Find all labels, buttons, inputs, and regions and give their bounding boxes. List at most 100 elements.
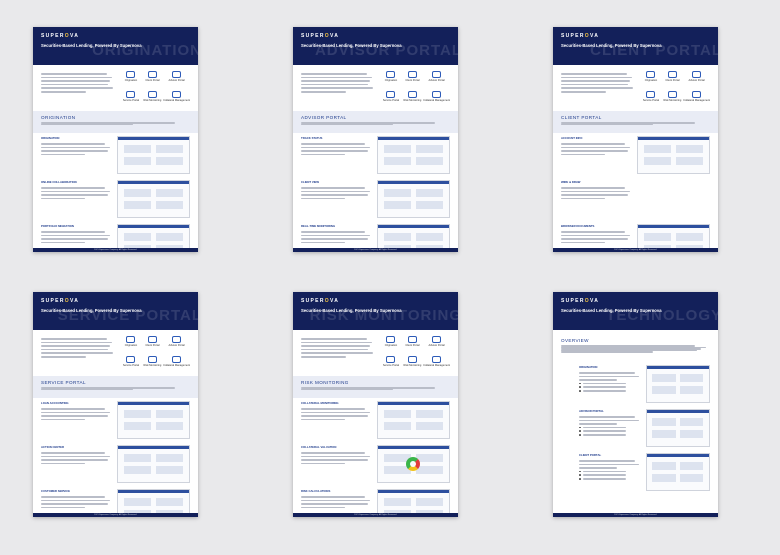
feature-heading: LOAN ACCOUNTING	[41, 401, 69, 405]
product-icon-item[interactable]: Risk Monitoring	[142, 356, 163, 372]
screenshot-block	[383, 201, 411, 210]
screenshot-block	[675, 157, 703, 166]
text-line	[301, 459, 368, 461]
product-icon-label: Service Portal	[382, 99, 400, 102]
product-icon-item[interactable]: Collateral Management	[423, 91, 450, 107]
text-line	[41, 83, 108, 86]
brochure-page-client[interactable]: SUPEROVA Securities-Based Lending, Power…	[553, 27, 718, 252]
feature-screenshot[interactable]	[117, 136, 190, 174]
text-line	[41, 503, 108, 505]
text-line	[301, 150, 368, 152]
feature-screenshot[interactable]	[646, 409, 710, 447]
text-line	[301, 338, 367, 340]
product-icon-item[interactable]: Service Portal	[380, 356, 401, 372]
text-line	[301, 496, 365, 498]
brochure-page-technology[interactable]: SUPEROVA Securities-Based Lending, Power…	[553, 292, 718, 517]
screenshot-block	[643, 144, 671, 153]
feature-screenshot[interactable]	[637, 136, 710, 174]
product-icon-item[interactable]: Advisor Portal	[163, 71, 190, 87]
product-icon-item[interactable]: Origination	[380, 336, 401, 352]
product-icon-item[interactable]: Advisor Portal	[423, 336, 450, 352]
text-line	[301, 73, 367, 75]
screenshot-block	[383, 409, 411, 418]
screenshot-bar	[118, 402, 189, 405]
feature-screenshot[interactable]	[377, 180, 450, 218]
product-icon-item[interactable]: Client Portal	[402, 71, 423, 87]
feature-screenshot[interactable]	[377, 401, 450, 439]
product-icon-item[interactable]: Client Portal	[142, 71, 163, 87]
product-icon-item[interactable]: Client Portal	[142, 336, 163, 352]
product-icon-item[interactable]: Client Portal	[662, 71, 683, 87]
product-icon	[432, 356, 442, 363]
brochure-page-origination[interactable]: SUPEROVA Securities-Based Lending, Power…	[33, 27, 198, 252]
text-line	[301, 194, 368, 196]
page-header: SUPEROVA Securities-Based Lending, Power…	[553, 27, 718, 65]
text-line	[41, 408, 105, 410]
text-line	[301, 87, 373, 89]
product-icon-item[interactable]: Collateral Management	[163, 356, 190, 372]
feature-screenshot[interactable]	[377, 136, 450, 174]
feature-heading: CLIENT VIEW	[301, 180, 320, 184]
product-icon-item[interactable]: Origination	[120, 71, 141, 87]
screenshot-block	[155, 232, 183, 241]
product-icon-item[interactable]: Service Portal	[120, 356, 141, 372]
product-icon-label: Advisor Portal	[168, 344, 185, 347]
feature-screenshot[interactable]	[646, 453, 710, 491]
feature-text: ORIGINATION	[579, 365, 641, 403]
product-icon-item[interactable]: Origination	[640, 71, 661, 87]
feature-screenshot[interactable]	[377, 445, 450, 483]
product-icon-item[interactable]: Risk Monitoring	[402, 356, 423, 372]
screenshot-block	[123, 453, 151, 462]
feature-screenshot[interactable]	[117, 180, 190, 218]
bullet-dot	[579, 430, 581, 432]
product-icon-item[interactable]: Service Portal	[640, 91, 661, 107]
screenshot-block	[383, 157, 411, 166]
text-line	[41, 234, 110, 237]
feature-row: WIRE & DRAW	[561, 180, 710, 218]
product-icon-item[interactable]: Advisor Portal	[163, 336, 190, 352]
product-icon-item[interactable]: Collateral Management	[683, 91, 710, 107]
brochure-page-advisor[interactable]: SUPEROVA Securities-Based Lending, Power…	[293, 27, 458, 252]
screenshot-block	[679, 417, 704, 426]
text-line	[582, 433, 626, 436]
product-icon-item[interactable]: Client Portal	[402, 336, 423, 352]
product-icon-item[interactable]: Advisor Portal	[423, 71, 450, 87]
feature-section: COLLATERAL MONITORING COLLATERAL VALUATIO…	[293, 398, 458, 517]
brochure-page-service[interactable]: SUPEROVA Securities-Based Lending, Power…	[33, 292, 198, 517]
product-icon-item[interactable]: Origination	[120, 336, 141, 352]
product-icon-label: Advisor Portal	[688, 79, 705, 82]
feature-heading: REAL-TIME MONITORING	[301, 224, 336, 228]
screenshot-block	[155, 409, 183, 418]
text-line	[41, 496, 105, 498]
product-icon-label: Client Portal	[145, 344, 160, 347]
feature-bullet	[579, 470, 641, 473]
text-line	[561, 83, 628, 86]
product-icon	[147, 356, 157, 363]
product-icon-item[interactable]: Advisor Portal	[683, 71, 710, 87]
product-icon-item[interactable]: Origination	[380, 71, 401, 87]
brochure-page-risk[interactable]: SUPEROVA Securities-Based Lending, Power…	[293, 292, 458, 517]
product-icon-item[interactable]: Service Portal	[120, 91, 141, 107]
feature-screenshot[interactable]	[117, 401, 190, 439]
bullet-dot	[579, 478, 581, 480]
text-line	[301, 80, 370, 82]
feature-screenshot[interactable]	[117, 445, 190, 483]
product-icon	[667, 91, 677, 98]
product-icon-label: Collateral Management	[163, 364, 190, 367]
product-icon-item[interactable]: Risk Monitoring	[402, 91, 423, 107]
product-icons: Origination Client Portal Advisor Portal Se…	[380, 336, 450, 372]
bullet-dot	[579, 382, 581, 385]
text-line	[41, 73, 107, 75]
text-line	[41, 150, 108, 152]
product-icon	[147, 91, 157, 98]
product-icon-item[interactable]: Collateral Management	[423, 356, 450, 372]
screenshot-block	[675, 144, 703, 153]
product-icon-item[interactable]: Risk Monitoring	[142, 91, 163, 107]
feature-text: ADVISOR PORTAL	[579, 409, 641, 447]
product-icon-item[interactable]: Service Portal	[380, 91, 401, 107]
product-icon-item[interactable]: Risk Monitoring	[662, 91, 683, 107]
feature-screenshot[interactable]	[646, 365, 710, 403]
screenshot-block	[123, 409, 151, 418]
feature-row: COLLATERAL VALUATION	[301, 445, 450, 483]
product-icon-item[interactable]: Collateral Management	[163, 91, 190, 107]
